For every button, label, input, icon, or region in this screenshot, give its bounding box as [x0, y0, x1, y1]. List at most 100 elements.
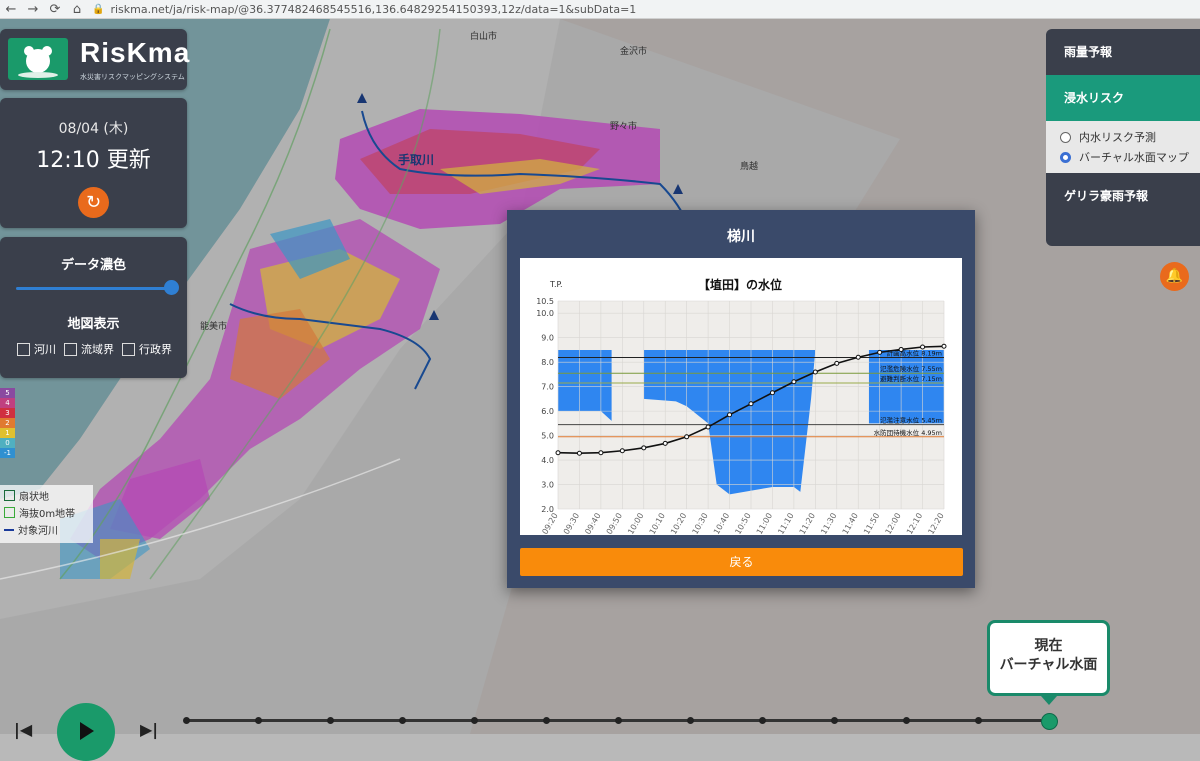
legend-river: 対象河川 [0, 521, 93, 538]
scale-label: -1 [0, 448, 15, 458]
back-button[interactable]: 戻る [520, 548, 963, 576]
browser-toolbar: ← → ⟳ ⌂ 🔒 riskma.net/ja/risk-map/@36.377… [0, 0, 1200, 19]
menu-rain-forecast[interactable]: 雨量予報 [1046, 29, 1200, 75]
refresh-icon: ↻ [85, 192, 102, 213]
right-menu-panel: 雨量予報 浸水リスク 内水リスク予測 バーチャル水面マップ ゲリラ豪雨予報 [1046, 29, 1200, 246]
x-tick-label: 10:20 [669, 512, 688, 536]
display-options-panel: データ濃色 地図表示 河川 流域界 行政界 [0, 237, 187, 378]
timeline-tick[interactable] [471, 717, 478, 724]
logo-panel: RisKma 水災害リスクマッピングシステム [0, 29, 191, 90]
legend-fan: 扇状地 [0, 487, 93, 504]
x-tick-label: 10:40 [712, 512, 731, 536]
chart-title: 【埴田】の水位 [698, 277, 782, 292]
time-slider-track[interactable] [183, 717, 1050, 724]
logo-text: RisKma [80, 37, 191, 68]
x-tick-label: 10:30 [691, 512, 710, 536]
y-tick-label: 10.5 [536, 297, 554, 306]
logo-subtitle: 水災害リスクマッピングシステム [80, 73, 185, 81]
legend-label: 扇状地 [19, 492, 49, 503]
timeline-tick[interactable] [255, 717, 262, 724]
timeline-tick[interactable] [183, 717, 190, 724]
water-level-modal: 梯川 計画高水位 8.19m 氾濫危険水位 7.55m 避難判断水位 7.15m 氾濫… [507, 210, 975, 588]
timeline-tick[interactable] [975, 717, 982, 724]
modal-title: 梯川 [727, 229, 755, 245]
x-tick-label: 10:00 [626, 512, 645, 536]
water-level-point [576, 450, 582, 456]
scale-label: 1 [0, 428, 15, 438]
y-tick-label: 9.0 [541, 334, 554, 343]
x-tick-label: 11:30 [819, 512, 838, 536]
checkbox-box[interactable] [17, 342, 30, 356]
layer-legend: 扇状地 海抜0m地帯 対象河川 [0, 485, 93, 543]
x-tick-label: 11:50 [862, 512, 881, 536]
menu-guerrilla-rain[interactable]: ゲリラ豪雨予報 [1046, 173, 1200, 219]
checkbox-box[interactable] [64, 342, 77, 356]
bell-icon: 🔔 [1165, 268, 1184, 284]
water-level-point [641, 445, 647, 451]
legend-label: 対象河川 [18, 526, 58, 537]
timeline-tick[interactable] [543, 717, 550, 724]
checkbox-label: 河川 [34, 343, 56, 356]
checkbox-label: 流域界 [81, 343, 114, 356]
home-icon[interactable]: ⌂ [66, 2, 88, 17]
radio-virtual-water[interactable]: バーチャル水面マップ [1060, 147, 1200, 167]
water-level-point [812, 369, 818, 375]
water-level-point [598, 450, 604, 456]
flood-risk-options: 内水リスク予測 バーチャル水面マップ [1046, 121, 1200, 173]
opacity-slider-track[interactable] [16, 287, 172, 290]
back-arrow-icon[interactable]: ← [0, 2, 22, 17]
water-level-point [877, 349, 883, 355]
address-bar[interactable]: 🔒 riskma.net/ja/risk-map/@36.37748246854… [92, 3, 636, 16]
water-level-point [684, 434, 690, 440]
radio-button-selected[interactable] [1060, 151, 1071, 163]
timeline-tick[interactable] [687, 717, 694, 724]
timeline-tick[interactable] [399, 717, 406, 724]
radio-label: バーチャル水面マップ [1079, 151, 1189, 164]
threshold-label: 水防団待機水位 4.95m [874, 428, 942, 437]
water-level-point [662, 440, 668, 446]
timeline-tick[interactable] [615, 717, 622, 724]
water-level-point [941, 343, 947, 349]
forward-arrow-icon[interactable]: → [22, 2, 44, 17]
menu-flood-risk[interactable]: 浸水リスク [1046, 75, 1200, 121]
timeline-tick[interactable] [759, 717, 766, 724]
skip-forward-icon: ▶| [140, 720, 159, 739]
checkbox-admin[interactable]: 行政界 [122, 341, 172, 357]
map-display-title: 地図表示 [67, 317, 120, 332]
opacity-slider-handle[interactable] [164, 280, 179, 295]
notification-bell-button[interactable]: 🔔 [1160, 262, 1189, 291]
skip-back-icon: |◀ [14, 720, 33, 739]
x-tick-label: 11:20 [798, 512, 817, 536]
checkbox-basin[interactable]: 流域界 [64, 341, 114, 357]
x-tick-label: 09:50 [605, 512, 624, 536]
callout-line-2: バーチャル水面 [999, 657, 1098, 673]
refresh-button[interactable]: ↻ [78, 187, 109, 218]
timeline-tick[interactable] [903, 717, 910, 724]
timeline-tick[interactable] [831, 717, 838, 724]
water-level-point [920, 344, 926, 350]
play-button[interactable] [57, 703, 115, 761]
x-tick-label: 12:20 [926, 512, 945, 536]
checkbox-river[interactable]: 河川 [17, 341, 56, 357]
y-tick-label: 7.0 [541, 383, 554, 392]
water-level-point [727, 412, 733, 418]
callout-line-1: 現在 [1034, 638, 1063, 654]
checkbox-label: 行政界 [139, 343, 172, 356]
current-mode-callout: 現在 バーチャル水面 [987, 620, 1110, 696]
update-status-panel: 08/04 (木) 12:10 更新 ↻ [0, 98, 187, 228]
skip-forward-button[interactable]: ▶| [140, 720, 158, 739]
reload-icon[interactable]: ⟳ [44, 2, 66, 17]
x-tick-label: 10:10 [648, 512, 667, 536]
radio-inland-risk[interactable]: 内水リスク予測 [1060, 127, 1200, 147]
timeline-tick[interactable] [327, 717, 334, 724]
x-tick-label: 10:50 [733, 512, 752, 536]
threshold-label: 氾濫危険水位 7.55m [880, 364, 942, 373]
scale-label: 0 [0, 438, 15, 448]
y-tick-label: 8.0 [541, 358, 554, 367]
skip-back-button[interactable]: |◀ [14, 720, 32, 739]
time-slider-handle[interactable] [1041, 713, 1058, 730]
fan-swatch-icon [4, 490, 15, 501]
water-level-point [855, 354, 861, 360]
radio-button[interactable] [1060, 131, 1071, 143]
checkbox-box[interactable] [122, 342, 135, 356]
